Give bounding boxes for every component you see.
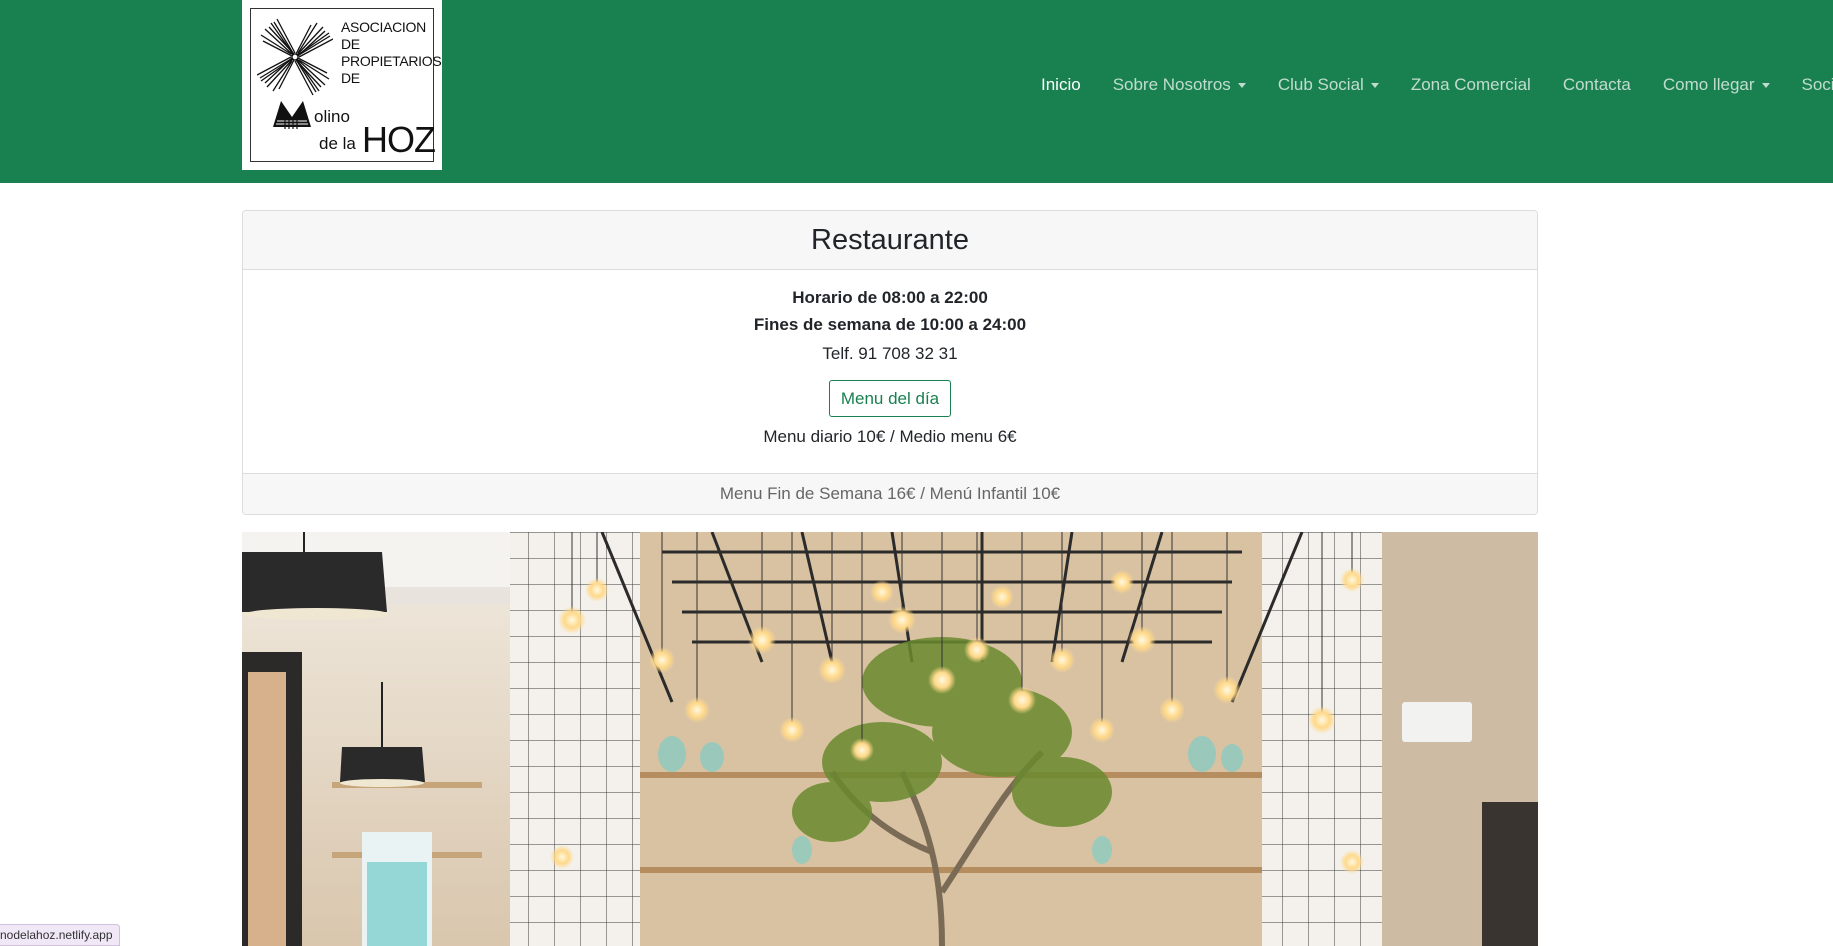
nav-item-label: Zona Comercial xyxy=(1410,75,1531,94)
nav-item-sobre-nosotros[interactable]: Sobre Nosotros xyxy=(1113,75,1246,95)
card-header: Restaurante xyxy=(243,211,1537,270)
menu-prices: Menu diario 10€ / Medio menu 6€ xyxy=(763,427,1017,446)
logo-text-line2: DE xyxy=(341,36,360,52)
logo-frame: ASOCIACION DE PROPIETARIOS DE olino de l… xyxy=(250,8,442,162)
hours-weekday: Horario de 08:00 a 22:00 xyxy=(792,288,988,307)
nav-item-label: Club Social xyxy=(1277,75,1364,94)
windmill-icon xyxy=(257,18,333,96)
nav-links: Inicio Sobre Nosotros Club Social Zona C… xyxy=(1041,74,1833,96)
logo-text-line3: PROPIETARIOS xyxy=(341,53,442,69)
nav-item-inicio[interactable]: Inicio xyxy=(1041,75,1081,95)
restaurant-photo xyxy=(242,532,1538,946)
site-logo[interactable]: ASOCIACION DE PROPIETARIOS DE olino de l… xyxy=(242,0,442,170)
restaurant-card: Restaurante Horario de 08:00 a 22:00 Fin… xyxy=(242,210,1538,515)
status-bar-url: nodelahoz.netlify.app xyxy=(0,924,120,946)
caret-down-icon xyxy=(1370,82,1379,88)
nav-item-socios[interactable]: Socios xyxy=(1802,75,1833,95)
card-footer: Menu Fin de Semana 16€ / Menú Infantil 1… xyxy=(243,473,1537,514)
card-title: Restaurante xyxy=(811,224,969,256)
logo-m-letter-icon xyxy=(273,101,311,129)
card-body: Horario de 08:00 a 22:00 Fines de semana… xyxy=(243,270,1537,473)
logo-text-olino: olino xyxy=(314,107,350,126)
logo-text-hoz: HOZ xyxy=(362,119,436,160)
caret-down-icon xyxy=(1237,82,1246,88)
nav-item-label: Como llegar xyxy=(1662,75,1755,94)
phone-number: Telf. 91 708 32 31 xyxy=(822,344,958,363)
nav-item-label: Sobre Nosotros xyxy=(1112,75,1231,94)
nav-item-zona-comercial[interactable]: Zona Comercial xyxy=(1411,75,1531,95)
restaurant-interior-image xyxy=(242,532,1538,946)
caret-down-icon xyxy=(1761,82,1770,88)
logo-text-dela: de la xyxy=(319,134,356,153)
nav-item-label: Inicio xyxy=(1041,75,1081,94)
nav-item-contacta[interactable]: Contacta xyxy=(1563,75,1631,95)
hours-weekend: Fines de semana de 10:00 a 24:00 xyxy=(753,315,1027,334)
logo-text-line1: ASOCIACION xyxy=(341,19,426,35)
nav-item-club-social[interactable]: Club Social xyxy=(1278,75,1379,95)
nav-item-como-llegar[interactable]: Como llegar xyxy=(1663,75,1770,95)
navbar: ASOCIACION DE PROPIETARIOS DE olino de l… xyxy=(0,0,1833,183)
nav-item-label: Socios xyxy=(1801,75,1833,94)
nav-item-label: Contacta xyxy=(1562,75,1631,94)
logo-text-line4: DE xyxy=(341,70,360,86)
menu-del-dia-button[interactable]: Menu del día xyxy=(828,380,952,417)
